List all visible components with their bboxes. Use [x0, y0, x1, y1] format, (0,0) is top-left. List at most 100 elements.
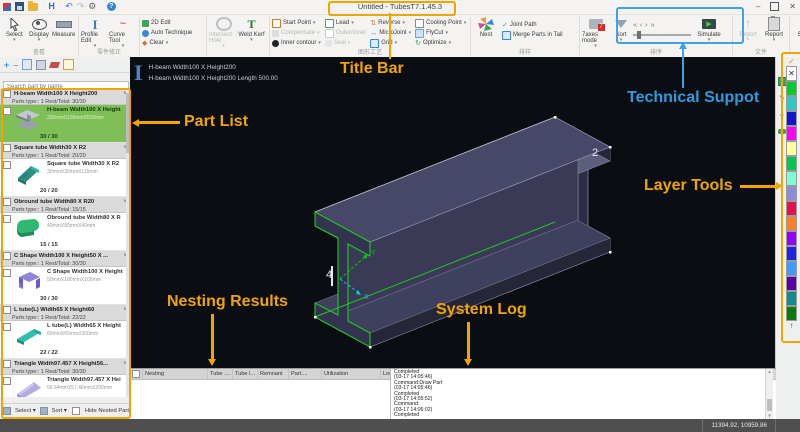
- import-part-icon[interactable]: [22, 59, 32, 70]
- group-checkbox[interactable]: [3, 198, 11, 206]
- part-item[interactable]: L tube(L) Width65 X Height 60mmX65mmX200…: [0, 321, 130, 359]
- col-nesting[interactable]: Nesting: [143, 369, 208, 379]
- group-checkbox[interactable]: [3, 90, 11, 98]
- intersect-hole-button[interactable]: Intersect Hole▾: [209, 16, 238, 49]
- part-item[interactable]: Triangle Width97.457 X Hei 56.64mmX57.46…: [0, 375, 130, 397]
- maximize-button[interactable]: [770, 2, 779, 11]
- group-checkbox[interactable]: [3, 360, 11, 368]
- compensate-button[interactable]: Compensate▾: [272, 28, 321, 38]
- profile-edit-button[interactable]: I Profile Edit▾: [81, 16, 109, 49]
- step-back-icon[interactable]: ‹: [640, 22, 642, 29]
- sort-menu-button[interactable]: Sort ▾: [52, 408, 67, 414]
- microjoint-icon: ↔: [370, 30, 377, 37]
- skip-start-icon[interactable]: «: [633, 22, 637, 29]
- cooling-point-button[interactable]: Cooling Point▾: [415, 18, 466, 28]
- col-tube-1[interactable]: Tube ....: [208, 369, 233, 379]
- start-point-button[interactable]: Start Point▾: [272, 18, 321, 28]
- lead-button[interactable]: Lead▾: [325, 18, 366, 28]
- select-button[interactable]: Select▾: [2, 16, 27, 49]
- palette-up-arrow-icon[interactable]: ↑: [785, 321, 798, 331]
- seal-button[interactable]: Seal▾: [325, 38, 366, 48]
- report-button[interactable]: Report▾: [761, 16, 787, 49]
- weld-kerf-button[interactable]: T Weld Kerf▾: [238, 16, 265, 49]
- color-swatch[interactable]: [786, 261, 797, 276]
- color-swatch[interactable]: [786, 96, 797, 111]
- part-item[interactable]: C Shape Width100 X Height 50mmX100mmX100…: [0, 267, 130, 305]
- 2d-edit-button[interactable]: 2D Edit: [142, 18, 192, 28]
- skip-end-icon[interactable]: »: [651, 22, 655, 29]
- flycut-button[interactable]: FlyCut▾: [415, 28, 466, 38]
- group-checkbox[interactable]: [3, 144, 11, 152]
- color-swatch[interactable]: [786, 126, 797, 141]
- nesting-select-all-checkbox[interactable]: [132, 370, 140, 378]
- color-swatch[interactable]: [786, 156, 797, 171]
- measure-button[interactable]: Measure: [51, 16, 76, 49]
- display-button[interactable]: Display▾: [27, 16, 52, 49]
- sort-button[interactable]: Sort▾: [611, 16, 631, 49]
- merge-parts-button[interactable]: Merge Parts in Tail: [502, 30, 563, 40]
- close-button[interactable]: ✕: [789, 2, 796, 11]
- minimize-button[interactable]: –: [756, 2, 760, 11]
- part-item[interactable]: Obround tube Width80 X R 40mmX80mmX40mm …: [0, 213, 130, 251]
- col-utilization[interactable]: Utilization: [322, 369, 381, 379]
- export-button[interactable]: ↑ Export▾: [735, 16, 761, 49]
- simulation-speed-slider[interactable]: '''''': [633, 31, 691, 40]
- part-group-header[interactable]: L tube(L) Width65 X Height60˅ Parts type…: [0, 305, 130, 321]
- nest-button[interactable]: Nest: [473, 16, 499, 49]
- color-swatch[interactable]: [786, 201, 797, 216]
- optimize-button[interactable]: ↻Optimize▾: [415, 38, 466, 48]
- color-swatch[interactable]: [786, 216, 797, 231]
- curve-tool-button[interactable]: ~ Curve Tool▾: [109, 16, 137, 49]
- system-log-panel[interactable]: Completed (03-17 14:05:46) Command:Draw …: [390, 369, 773, 420]
- color-swatch[interactable]: [786, 171, 797, 186]
- item-checkbox[interactable]: [3, 323, 11, 331]
- inner-contour-button[interactable]: Inner contour▾: [272, 38, 321, 48]
- joint-path-button[interactable]: ✓Joint Path: [502, 20, 563, 30]
- color-swatch[interactable]: [786, 276, 797, 291]
- item-checkbox[interactable]: [3, 377, 11, 385]
- remove-part-icon[interactable]: –: [13, 60, 18, 70]
- clear-button[interactable]: ◆Clear▾: [142, 38, 192, 48]
- part-group-header[interactable]: Triangle Width97.457 X Height56...˅ Part…: [0, 359, 130, 375]
- part-item-selected[interactable]: H-beam Width100 X Height 200mmX100mmX500…: [0, 105, 130, 143]
- item-checkbox[interactable]: [3, 107, 11, 115]
- item-checkbox[interactable]: [3, 161, 11, 169]
- select-menu-button[interactable]: Select ▾: [15, 408, 36, 414]
- part-item[interactable]: Square tube Width30 X R2 30mmX30mmX115mm…: [0, 159, 130, 197]
- color-swatch[interactable]: [786, 246, 797, 261]
- simulate-button[interactable]: ▶ Simulate▾: [695, 16, 723, 49]
- col-part[interactable]: Part....: [289, 369, 322, 379]
- edit-part-icon[interactable]: [63, 59, 74, 70]
- measure-tool-icon[interactable]: I: [781, 60, 783, 68]
- color-swatch[interactable]: [786, 81, 797, 96]
- part-group-header[interactable]: Obround tube Width80 X R20˅ Parts type::…: [0, 197, 130, 213]
- support-button[interactable]: i Support▾: [795, 16, 800, 49]
- item-checkbox[interactable]: [3, 269, 11, 277]
- eraser-icon[interactable]: [49, 62, 60, 68]
- part-template-icon[interactable]: [36, 60, 46, 70]
- color-swatch[interactable]: [786, 141, 797, 156]
- log-scrollbar[interactable]: ▴▾: [765, 369, 773, 419]
- 7axes-mode-button[interactable]: 7axes mode▾: [582, 16, 609, 49]
- color-swatch[interactable]: [786, 111, 797, 126]
- auto-technique-button[interactable]: Auto Technique: [142, 28, 192, 38]
- color-swatch[interactable]: [786, 306, 797, 321]
- add-part-icon[interactable]: +: [4, 60, 9, 70]
- circle-tool-icon[interactable]: ○: [780, 112, 784, 120]
- col-remnant[interactable]: Remnant: [258, 369, 289, 379]
- color-swatch[interactable]: [786, 291, 797, 306]
- item-checkbox[interactable]: [3, 215, 11, 223]
- color-swatch-none[interactable]: ✕: [786, 66, 797, 81]
- group-checkbox[interactable]: [3, 252, 11, 260]
- cooling-point-icon: [415, 19, 424, 28]
- color-swatch[interactable]: [786, 186, 797, 201]
- part-group-header[interactable]: H-beam Width100 X Height200˅ Parts type:…: [0, 89, 130, 105]
- part-group-header[interactable]: Square tube Width30 X R2˅ Parts type:: 1…: [0, 143, 130, 159]
- step-forward-icon[interactable]: ›: [645, 22, 647, 29]
- outer-inner-button[interactable]: Outer/Inner: [325, 28, 366, 38]
- part-group-header[interactable]: C Shape Width100 X Height50 X ...˅ Parts…: [0, 251, 130, 267]
- color-swatch[interactable]: [786, 231, 797, 246]
- hide-nested-checkbox[interactable]: [72, 407, 80, 415]
- col-tube-2[interactable]: Tube l...: [233, 369, 258, 379]
- group-checkbox[interactable]: [3, 306, 11, 314]
